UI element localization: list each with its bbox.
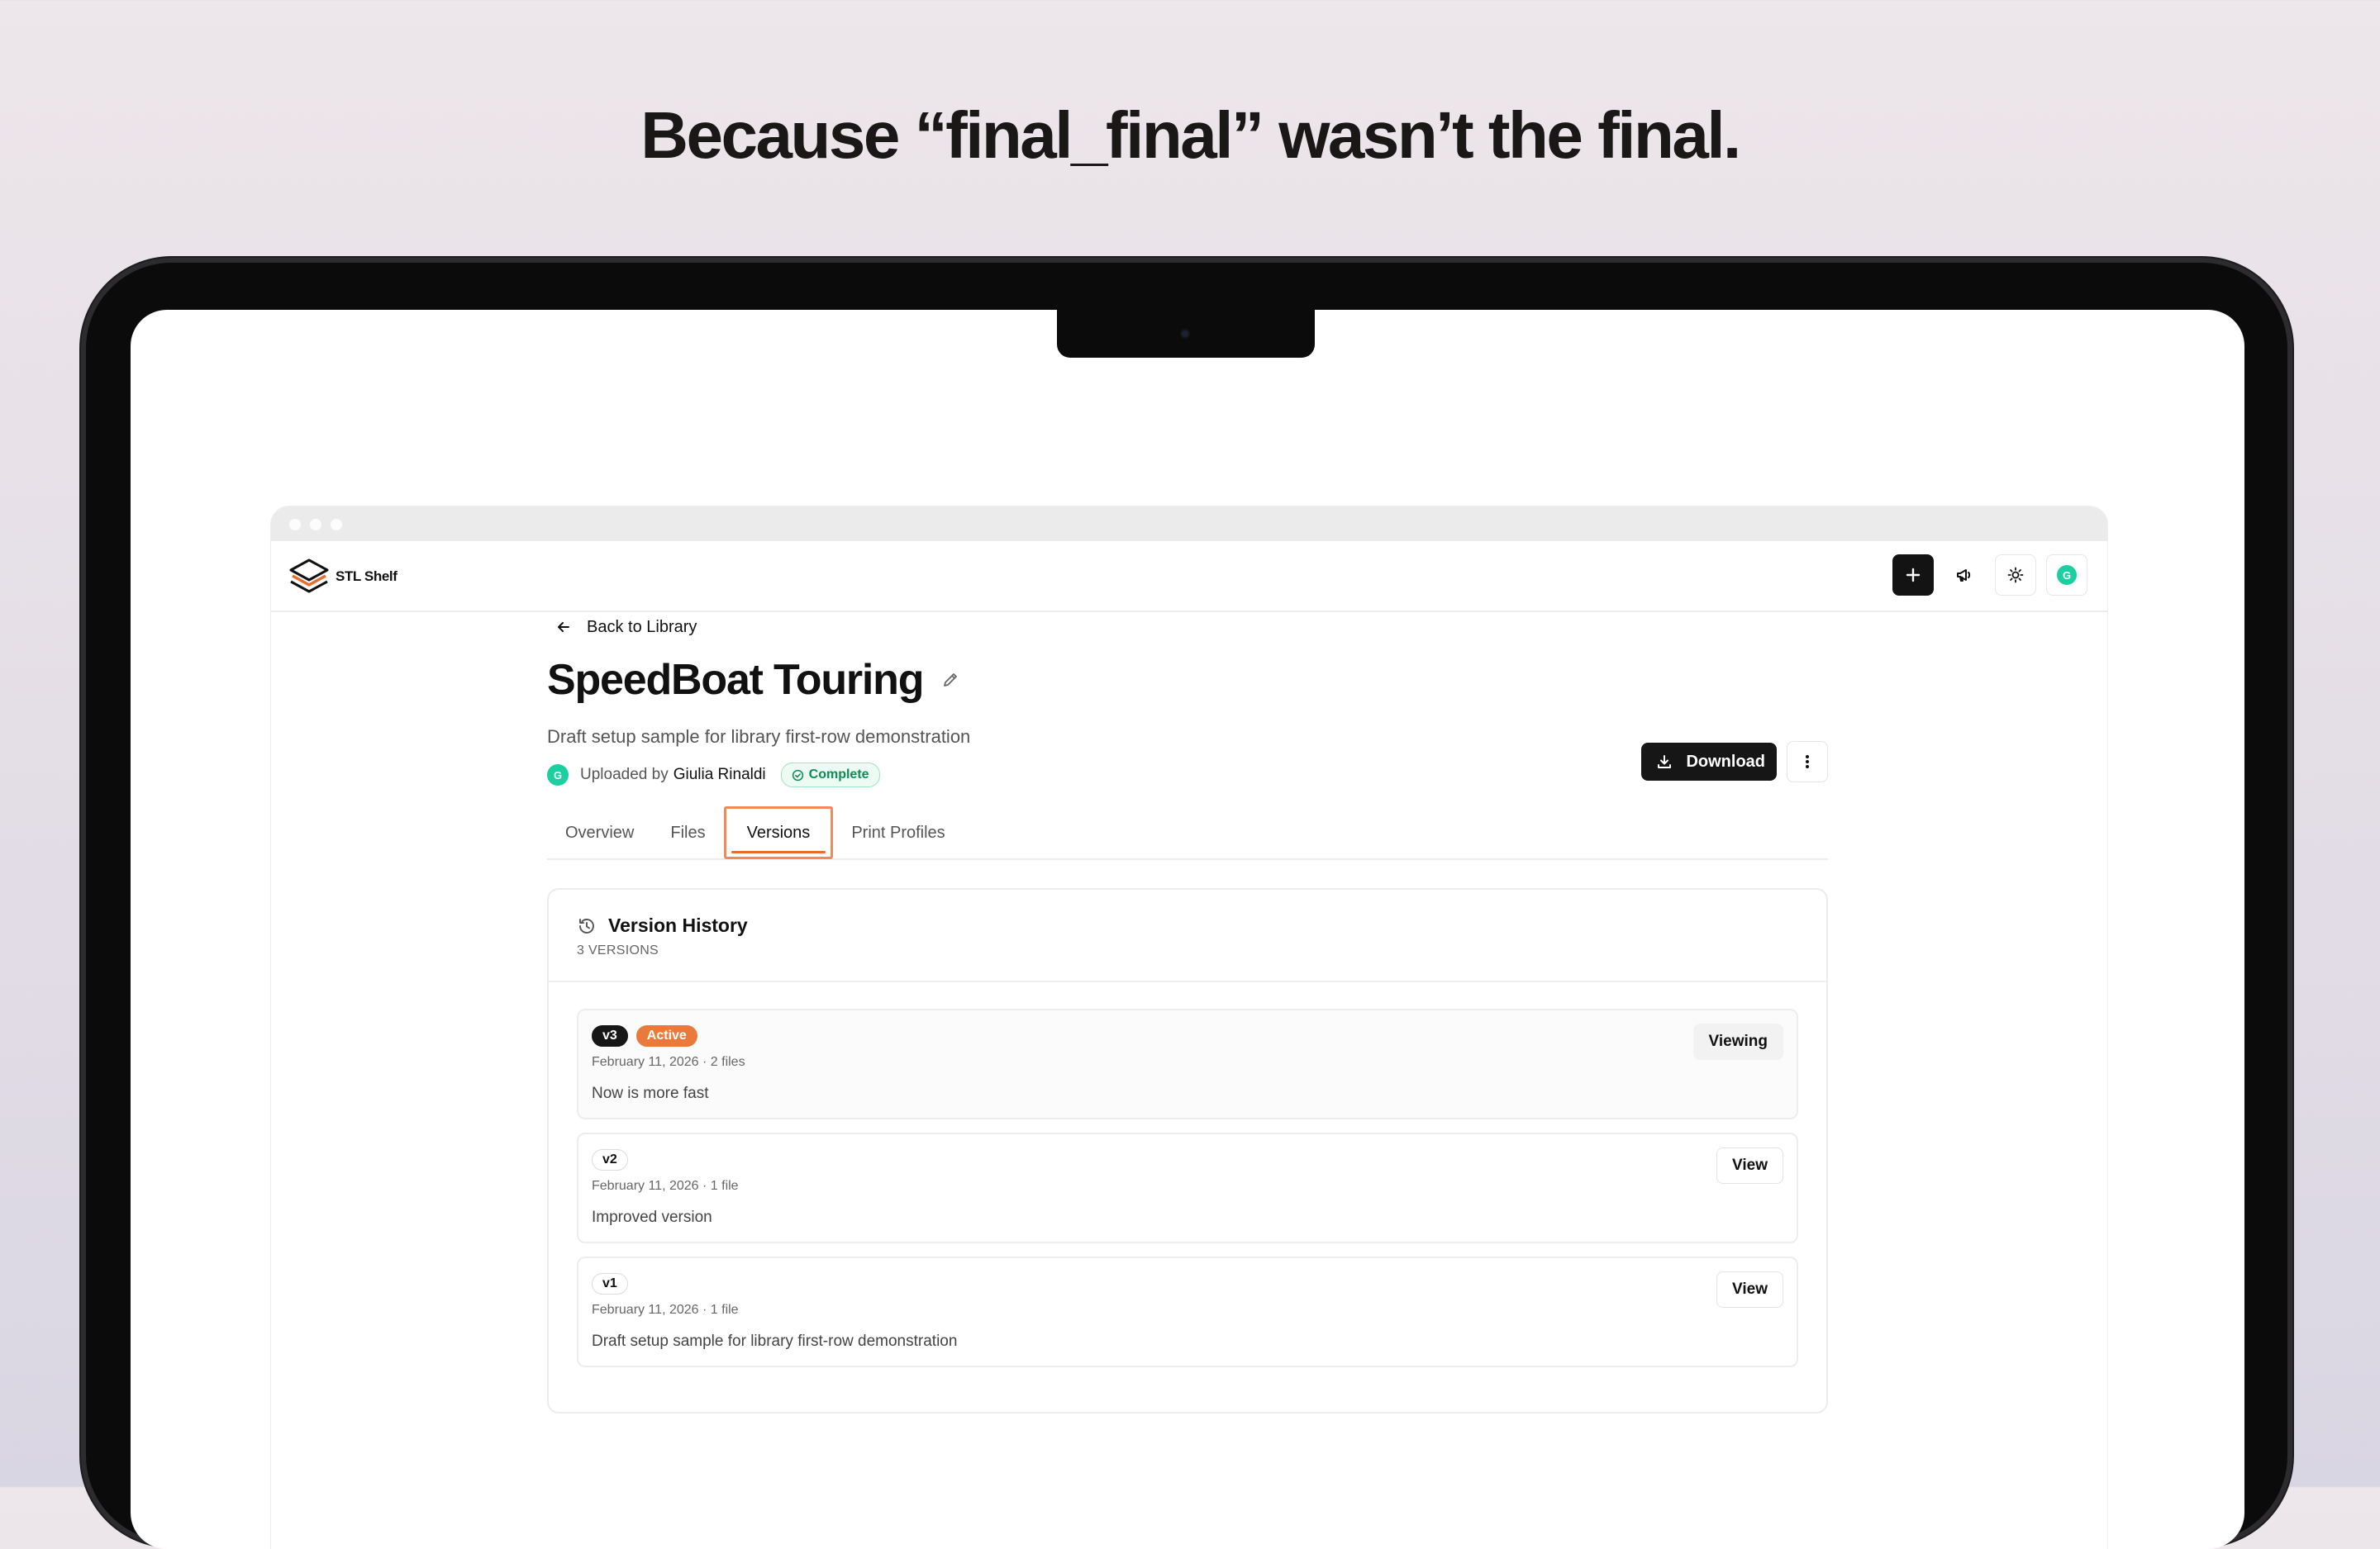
back-to-library-link[interactable]: Back to Library	[555, 611, 1828, 644]
status-label: Complete	[808, 767, 869, 782]
model-actions: Download	[1641, 741, 1828, 782]
version-meta: February 11, 2026 · 2 files	[592, 1055, 745, 1069]
download-button[interactable]: Download	[1641, 743, 1777, 781]
model-description: Draft setup sample for library first-row…	[547, 726, 971, 747]
more-vertical-icon	[1806, 755, 1809, 768]
uploader-name[interactable]: Giulia Rinaldi	[674, 766, 766, 784]
version-item-v1: v1 February 11, 2026 · 1 file Draft setu…	[577, 1257, 1798, 1367]
tab-files[interactable]: Files	[652, 807, 723, 858]
header-actions: G	[1892, 554, 2087, 596]
version-note: Improved version	[592, 1209, 712, 1226]
tab-print-profiles[interactable]: Print Profiles	[833, 807, 963, 858]
window-minimize-dot[interactable]	[310, 519, 321, 530]
theme-toggle-button[interactable]	[1995, 554, 2036, 596]
version-badges: v2	[592, 1147, 1783, 1172]
version-history-title: Version History	[608, 915, 748, 936]
uploader-avatar: G	[547, 764, 569, 786]
uploaded-by-label: Uploaded by	[580, 766, 669, 783]
arrow-left-icon	[558, 622, 569, 632]
model-title: SpeedBoat Touring	[547, 656, 924, 704]
version-tag: v1	[592, 1273, 628, 1295]
app-name: STL Shelf	[336, 568, 397, 584]
app-header: STL Shelf G	[271, 541, 2107, 612]
view-version-button[interactable]: View	[1716, 1147, 1783, 1184]
status-badge: Complete	[780, 763, 880, 787]
version-note: Now is more fast	[592, 1085, 709, 1102]
check-circle-icon	[792, 769, 803, 781]
more-options-button[interactable]	[1787, 741, 1828, 782]
window-close-dot[interactable]	[289, 519, 301, 530]
back-link-label: Back to Library	[587, 617, 697, 636]
download-icon	[1658, 755, 1672, 768]
announcements-button[interactable]	[1944, 554, 1985, 596]
view-version-button[interactable]: View	[1716, 1271, 1783, 1308]
version-list: v3 Active February 11, 2026 · 2 files No…	[549, 982, 1826, 1367]
stacked-layers-icon	[289, 558, 329, 593]
title-row: SpeedBoat Touring	[547, 655, 1828, 705]
user-avatar: G	[2057, 565, 2077, 585]
tab-versions[interactable]: Versions	[723, 806, 834, 859]
active-badge: Active	[635, 1025, 697, 1047]
sun-icon	[2007, 567, 2024, 583]
version-meta: February 11, 2026 · 1 file	[592, 1179, 739, 1193]
version-note: Draft setup sample for library first-row…	[592, 1333, 958, 1350]
download-label: Download	[1686, 752, 1765, 771]
model-tabs: Overview Files Versions Print Profiles	[547, 806, 1828, 860]
pencil-icon[interactable]	[941, 671, 959, 689]
version-item-v3: v3 Active February 11, 2026 · 2 files No…	[577, 1009, 1798, 1119]
version-badges: v1	[592, 1271, 1783, 1296]
version-count: 3 VERSIONS	[577, 943, 659, 957]
camera-notch	[1057, 310, 1315, 358]
viewing-button[interactable]: Viewing	[1692, 1024, 1783, 1060]
app-logo[interactable]: STL Shelf	[288, 558, 397, 596]
version-badges: v3 Active	[592, 1024, 1783, 1048]
browser-window: STL Shelf G Back to Library SpeedBoat To…	[271, 506, 2107, 1549]
version-tag: v2	[592, 1149, 628, 1171]
camera-icon	[1182, 330, 1188, 337]
upload-meta: G Uploaded by Giulia Rinaldi Complete	[547, 763, 1828, 787]
version-item-v2: v2 February 11, 2026 · 1 file Improved v…	[577, 1133, 1798, 1243]
window-zoom-dot[interactable]	[331, 519, 342, 530]
model-detail-page: Back to Library SpeedBoat Touring Draft …	[547, 611, 1828, 1414]
version-history-header: Version History 3 VERSIONS	[549, 890, 1826, 982]
plus-icon	[1906, 568, 1921, 582]
version-history-card: Version History 3 VERSIONS v3 Active Feb…	[547, 888, 1828, 1414]
user-menu-button[interactable]: G	[2046, 554, 2087, 596]
version-tag: v3	[592, 1025, 628, 1047]
hero-headline: Because “final_final” wasn’t the final.	[640, 98, 1741, 172]
laptop-frame: STL Shelf G Back to Library SpeedBoat To…	[81, 258, 2292, 1549]
add-model-button[interactable]	[1892, 554, 1934, 596]
laptop-screen: STL Shelf G Back to Library SpeedBoat To…	[131, 310, 2244, 1549]
megaphone-icon	[1957, 569, 1971, 582]
history-icon	[579, 918, 594, 934]
tab-overview[interactable]: Overview	[547, 807, 652, 858]
version-meta: February 11, 2026 · 1 file	[592, 1303, 739, 1317]
browser-titlebar	[271, 506, 2107, 541]
version-history-title-row: Version History	[577, 915, 1798, 937]
